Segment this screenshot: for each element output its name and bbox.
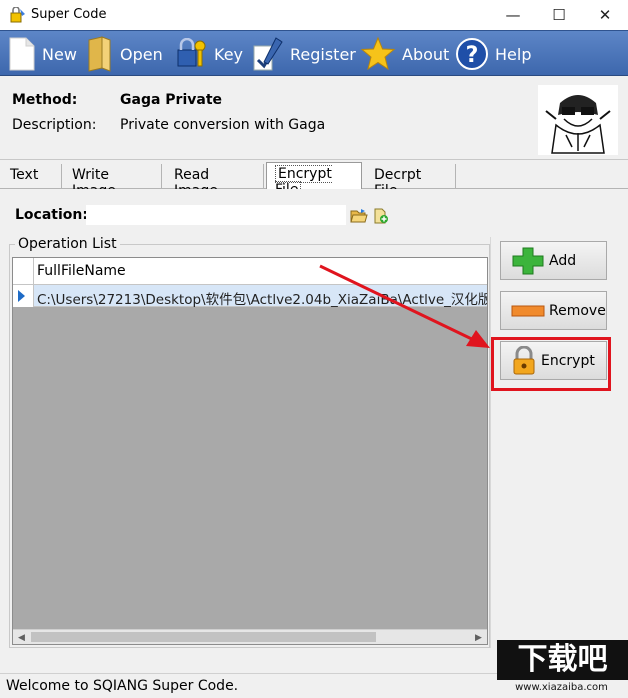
encrypt-highlight-box bbox=[491, 337, 611, 391]
status-text: Welcome to SQIANG Super Code. bbox=[6, 678, 239, 694]
watermark: 下载吧 www.xiazaiba.com bbox=[495, 640, 628, 698]
watermark-url: www.xiazaiba.com bbox=[515, 682, 608, 693]
watermark-logo-text: 下载吧 bbox=[497, 640, 628, 680]
